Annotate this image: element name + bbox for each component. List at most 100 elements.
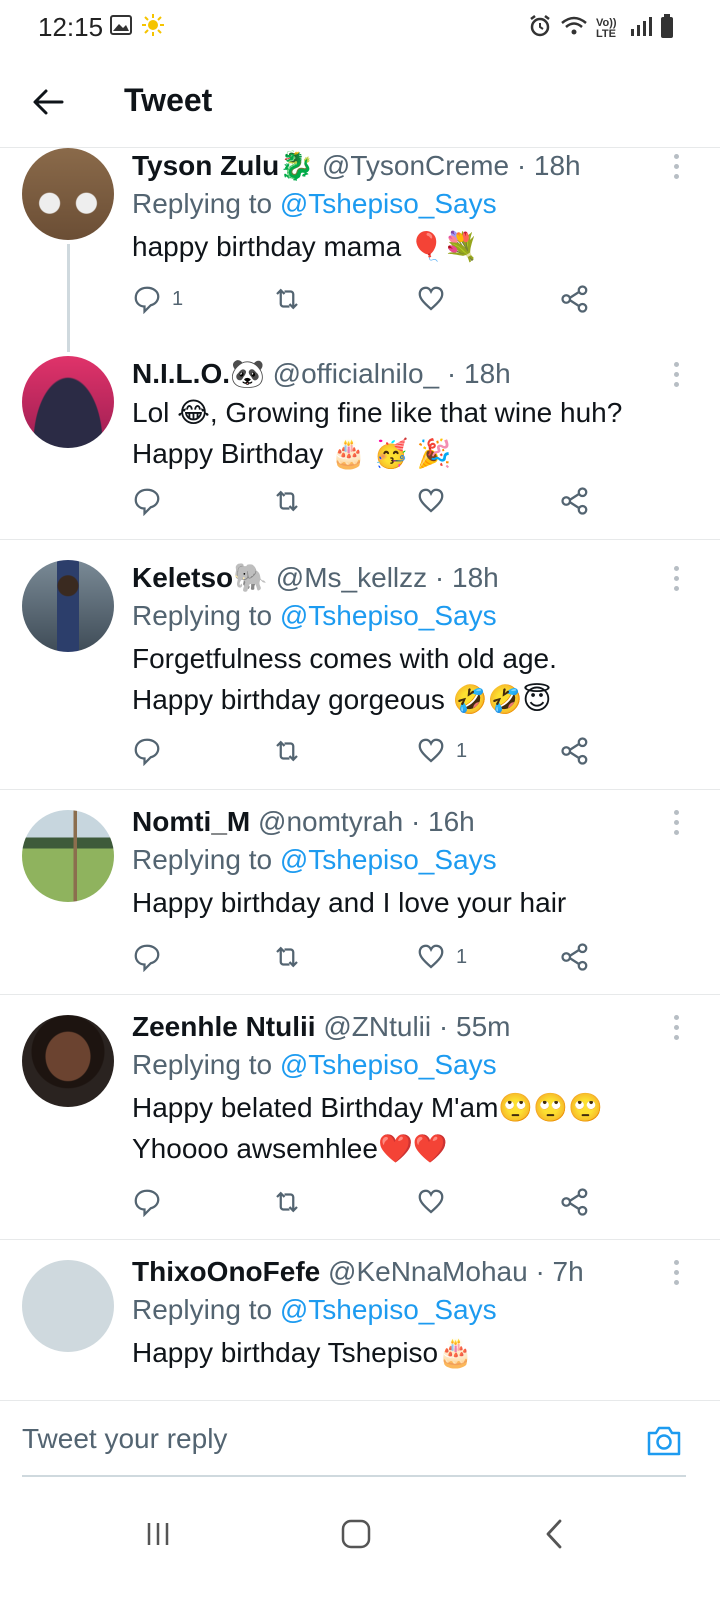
share-button[interactable] — [560, 736, 590, 766]
reply-tweet[interactable]: ThixoOnoFefe @KeNnaMohau · 7h Replying t… — [0, 1240, 720, 1400]
user-handle[interactable]: @KeNnaMohau — [328, 1256, 528, 1287]
more-options-icon[interactable] — [672, 566, 680, 596]
mention-link[interactable]: @Tshepiso_Says — [280, 844, 497, 875]
like-count: 1 — [456, 739, 468, 762]
display-name[interactable]: ThixoOnoFefe — [132, 1256, 320, 1287]
reply-button[interactable] — [132, 736, 172, 766]
more-options-icon[interactable] — [672, 362, 680, 392]
like-button[interactable]: 1 — [416, 736, 467, 766]
like-button[interactable] — [416, 284, 456, 314]
replying-prefix: Replying to — [132, 1049, 273, 1080]
avatar[interactable] — [22, 560, 114, 652]
back-nav-button[interactable] — [530, 1510, 578, 1558]
retweet-icon — [276, 1191, 298, 1213]
mention-link[interactable]: @Tshepiso_Says — [280, 1294, 497, 1325]
tweet-time: · 18h — [516, 150, 581, 181]
signal-icon — [630, 16, 652, 41]
tweet-text: Happy belated Birthday M'am🙄🙄🙄 Yhoooo aw… — [132, 1092, 604, 1164]
composer-divider — [22, 1475, 686, 1477]
reply-tweet[interactable]: Zeenhle Ntulii @ZNtulii · 55m Replying t… — [0, 995, 720, 1240]
reply-icon — [134, 286, 160, 314]
tweet-text: Lol 😂, Growing fine like that wine huh? … — [132, 397, 623, 469]
battery-icon — [660, 14, 674, 43]
share-button[interactable] — [560, 486, 590, 516]
top-app-bar: Tweet — [0, 56, 720, 148]
chevron-left-icon — [546, 1519, 562, 1549]
like-count: 1 — [456, 945, 468, 968]
retweet-button[interactable] — [272, 486, 302, 516]
more-options-icon[interactable] — [672, 154, 680, 184]
mention-link[interactable]: @Tshepiso_Says — [280, 600, 497, 631]
mention-link[interactable]: @Tshepiso_Says — [280, 188, 497, 219]
replying-prefix: Replying to — [132, 1294, 273, 1325]
thread-line — [67, 244, 70, 352]
retweet-icon — [276, 946, 298, 968]
status-time: 12:15 — [38, 12, 104, 42]
replying-prefix: Replying to — [132, 600, 273, 631]
reply-icon — [134, 488, 160, 516]
recents-button[interactable] — [134, 1510, 182, 1558]
reply-tweet[interactable]: Keletso🐘 @Ms_kellzz · 18h Replying to @T… — [0, 540, 720, 790]
recents-icon — [147, 1523, 169, 1545]
reply-input[interactable]: Tweet your reply — [22, 1423, 227, 1455]
retweet-button[interactable] — [272, 1187, 302, 1217]
avatar[interactable] — [22, 356, 114, 448]
status-bar: 12:15 Vo)) LTE — [0, 0, 720, 56]
more-options-icon[interactable] — [672, 1015, 680, 1045]
tweet-time: · 18h — [446, 358, 511, 389]
tweet-text: Forgetfulness comes with old age. Happy … — [132, 643, 557, 715]
tweet-time: · 7h — [535, 1256, 584, 1287]
user-handle[interactable]: @officialnilo_ — [273, 358, 439, 389]
more-options-icon[interactable] — [672, 1260, 680, 1290]
like-button[interactable]: 1 — [416, 942, 467, 972]
user-handle[interactable]: @ZNtulii — [323, 1011, 431, 1042]
mention-link[interactable]: @Tshepiso_Says — [280, 1049, 497, 1080]
retweet-icon — [276, 288, 298, 310]
tweet-time: · 18h — [434, 562, 499, 593]
like-button[interactable] — [416, 486, 456, 516]
retweet-button[interactable] — [272, 942, 302, 972]
alarm-icon — [528, 14, 552, 43]
user-handle[interactable]: @Ms_kellzz — [276, 562, 427, 593]
display-name[interactable]: Tyson Zulu🐉 — [132, 150, 314, 181]
camera-icon — [647, 1426, 681, 1456]
heart-icon — [418, 944, 444, 969]
display-name[interactable]: Keletso🐘 — [132, 562, 268, 593]
reply-tweet[interactable]: N.I.L.O.🐼 @officialnilo_ · 18h Lol 😂, Gr… — [0, 344, 720, 540]
retweet-icon — [276, 740, 298, 762]
share-icon — [561, 943, 588, 971]
network-label: Vo)) LTE — [596, 16, 617, 40]
display-name[interactable]: Nomti_M — [132, 806, 250, 837]
back-button[interactable] — [26, 80, 70, 124]
home-button[interactable] — [332, 1510, 380, 1558]
camera-button[interactable] — [644, 1421, 684, 1461]
reply-tweet[interactable]: Nomti_M @nomtyrah · 16h Replying to @Tsh… — [0, 790, 720, 995]
share-icon — [561, 737, 588, 765]
user-handle[interactable]: @TysonCreme — [322, 150, 509, 181]
share-icon — [561, 285, 588, 313]
reply-button[interactable]: 1 — [132, 284, 183, 314]
avatar[interactable] — [22, 148, 114, 240]
replying-prefix: Replying to — [132, 188, 273, 219]
avatar[interactable] — [22, 810, 114, 902]
display-name[interactable]: N.I.L.O.🐼 — [132, 358, 265, 389]
reply-tweet[interactable]: Tyson Zulu🐉 @TysonCreme · 18h Replying t… — [0, 148, 720, 352]
retweet-button[interactable] — [272, 284, 302, 314]
reply-button[interactable] — [132, 1187, 172, 1217]
share-button[interactable] — [560, 942, 590, 972]
retweet-button[interactable] — [272, 736, 302, 766]
gallery-notification-icon — [110, 15, 132, 40]
share-button[interactable] — [560, 1187, 590, 1217]
reply-button[interactable] — [132, 486, 172, 516]
reply-button[interactable] — [132, 942, 172, 972]
more-options-icon[interactable] — [672, 810, 680, 840]
share-button[interactable] — [560, 284, 590, 314]
retweet-icon — [276, 490, 298, 512]
avatar[interactable] — [22, 1260, 114, 1352]
reply-feed[interactable]: Tyson Zulu🐉 @TysonCreme · 18h Replying t… — [0, 148, 720, 1400]
avatar[interactable] — [22, 1015, 114, 1107]
like-button[interactable] — [416, 1187, 456, 1217]
page-title: Tweet — [124, 82, 213, 118]
display-name[interactable]: Zeenhle Ntulii — [132, 1011, 316, 1042]
user-handle[interactable]: @nomtyrah — [258, 806, 403, 837]
